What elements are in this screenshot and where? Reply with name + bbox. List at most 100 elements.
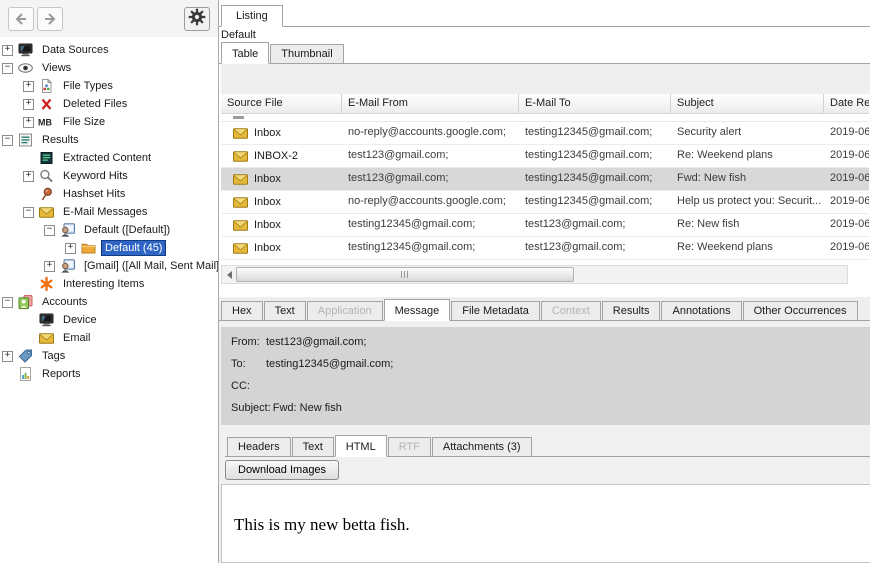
tree-item-reports[interactable]: Reports — [0, 365, 218, 383]
message-tab-headers[interactable]: Headers — [227, 437, 291, 457]
email-folder-icon — [232, 171, 249, 187]
expand-icon[interactable]: + — [44, 261, 55, 272]
tree-item-hashset-hits[interactable]: Hashset Hits — [0, 185, 218, 203]
tree-item-results[interactable]: − Results — [0, 131, 218, 149]
cell-source-file: Inbox — [254, 127, 281, 139]
collapse-icon[interactable]: − — [2, 63, 13, 74]
tree-item-default-default[interactable]: − Default ([Default]) — [0, 221, 218, 239]
column-header-e-mail-from[interactable]: E-Mail From — [342, 94, 519, 113]
collapse-icon[interactable]: − — [2, 297, 13, 308]
table-body: Inboxno-reply@accounts.google.com;testin… — [221, 122, 869, 265]
tree-item-label: Default (45) — [102, 241, 165, 255]
horizontal-scrollbar[interactable] — [221, 265, 848, 284]
subject-value: Fwd: New fish — [273, 402, 342, 414]
email-folder-icon — [232, 125, 249, 141]
cell-source-file: Inbox — [254, 173, 281, 185]
tree-item-file-size[interactable]: +MBFile Size — [0, 113, 218, 131]
scrollbar-grip-icon — [401, 271, 409, 278]
tree-item-e-mail-messages[interactable]: − E-Mail Messages — [0, 203, 218, 221]
result-tab-other-occurrences[interactable]: Other Occurrences — [743, 301, 858, 321]
tree-item-label: Device — [60, 313, 100, 327]
tree-item-file-types[interactable]: +File Types — [0, 77, 218, 95]
collapse-icon[interactable]: − — [44, 225, 55, 236]
subject-label: Subject: — [231, 402, 271, 414]
column-header-source-file[interactable]: Source File — [221, 94, 342, 113]
tree-item-default-45[interactable]: + Default (45) — [0, 239, 218, 257]
email-folder-icon — [232, 217, 249, 233]
expand-icon[interactable]: + — [23, 81, 34, 92]
table-row[interactable]: Inboxtesting12345@gmail.com;test123@gmai… — [221, 214, 869, 237]
cell-email-from: no-reply@accounts.google.com; — [342, 191, 519, 213]
column-header-date-received[interactable]: Date Received — [824, 94, 869, 113]
collapse-icon[interactable]: − — [23, 207, 34, 218]
table-row[interactable]: INBOX-2test123@gmail.com;testing12345@gm… — [221, 145, 869, 168]
expand-icon[interactable]: + — [23, 171, 34, 182]
tab-thumbnail[interactable]: Thumbnail — [270, 44, 343, 64]
result-tab-hex[interactable]: Hex — [221, 301, 263, 321]
result-tab-message[interactable]: Message — [384, 299, 451, 321]
tree-item-device[interactable]: Device — [0, 311, 218, 329]
tree-item-label: Deleted Files — [60, 97, 130, 111]
expand-icon[interactable]: + — [2, 351, 13, 362]
result-tab-context[interactable]: Context — [541, 301, 601, 321]
table-row[interactable]: Inboxno-reply@accounts.google.com;testin… — [221, 122, 869, 145]
tab-table[interactable]: Table — [221, 42, 269, 64]
options-button[interactable] — [184, 7, 210, 31]
result-tab-file-metadata[interactable]: File Metadata — [451, 301, 540, 321]
collapse-icon[interactable]: − — [2, 135, 13, 146]
tree-item-label: Data Sources — [39, 43, 112, 57]
cell-date-received: 2019-06- — [824, 214, 869, 236]
table-row[interactable]: Inboxtest123@gmail.com;testing12345@gmai… — [221, 168, 869, 191]
message-tab-text[interactable]: Text — [292, 437, 334, 457]
column-header-subject[interactable]: Subject — [671, 94, 824, 113]
back-button[interactable] — [8, 7, 34, 31]
expand-icon[interactable]: + — [23, 99, 34, 110]
download-images-button[interactable]: Download Images — [225, 460, 339, 480]
tree-item-keyword-hits[interactable]: +Keyword Hits — [0, 167, 218, 185]
directory-tree-panel: +Data Sources−Views+File Types+Deleted F… — [0, 0, 219, 563]
scrollbar-thumb[interactable] — [236, 267, 574, 282]
scroll-left-arrow-icon[interactable] — [222, 267, 236, 282]
message-tab-rtf[interactable]: RTF — [388, 437, 431, 457]
result-tab-text[interactable]: Text — [264, 301, 306, 321]
tree-item-tags[interactable]: +Tags — [0, 347, 218, 365]
tree-item-accounts[interactable]: −Accounts — [0, 293, 218, 311]
tree-item-extracted-content[interactable]: Extracted Content — [0, 149, 218, 167]
table-row[interactable]: Inboxno-reply@accounts.google.com;testin… — [221, 191, 869, 214]
listing-tab-bar: Listing — [219, 0, 870, 27]
result-tab-application[interactable]: Application — [307, 301, 383, 321]
column-header-e-mail-to[interactable]: E-Mail To — [519, 94, 671, 113]
cc-label: CC: — [231, 380, 264, 392]
message-tab-html[interactable]: HTML — [335, 435, 387, 457]
tree-item-data-sources[interactable]: + Data Sources — [0, 41, 218, 59]
expand-icon[interactable]: + — [2, 45, 13, 56]
result-viewer: HexTextApplicationMessageFile MetadataCo… — [219, 297, 870, 563]
message-tab-attachments-3[interactable]: Attachments (3) — [432, 437, 532, 457]
cell-date-received: 2019-06- — [824, 168, 869, 190]
expand-icon[interactable]: + — [65, 243, 76, 254]
file-size-icon: MB — [38, 114, 55, 130]
forward-button[interactable] — [37, 7, 63, 31]
tree-item-email[interactable]: Email — [0, 329, 218, 347]
interesting-items-icon — [38, 276, 55, 292]
tree-item-label: Results — [39, 133, 82, 147]
partial-row — [221, 114, 869, 122]
tree-item-interesting-items[interactable]: Interesting Items — [0, 275, 218, 293]
navigation-toolbar — [0, 0, 218, 37]
tree-item-label: E-Mail Messages — [60, 205, 150, 219]
tree-item-views[interactable]: −Views — [0, 59, 218, 77]
tree-item-label: Default ([Default]) — [81, 223, 173, 237]
tree-item-deleted-files[interactable]: + Deleted Files — [0, 95, 218, 113]
cell-date-received: 2019-06- — [824, 237, 869, 259]
cell-date-received: 2019-06- — [824, 191, 869, 213]
email-folder-icon — [232, 194, 249, 210]
data-sources-icon — [38, 312, 55, 328]
tab-listing[interactable]: Listing — [221, 5, 283, 27]
expand-icon[interactable]: + — [23, 117, 34, 128]
tree-item-gmail-all-mail-sent-mail[interactable]: +[Gmail] ([All Mail, Sent Mail]) — [0, 257, 218, 275]
gear-icon — [188, 8, 206, 29]
result-tab-results[interactable]: Results — [602, 301, 661, 321]
table-row[interactable]: Inboxtesting12345@gmail.com;test123@gmai… — [221, 237, 869, 260]
cell-email-from: test123@gmail.com; — [342, 168, 519, 190]
result-tab-annotations[interactable]: Annotations — [661, 301, 741, 321]
